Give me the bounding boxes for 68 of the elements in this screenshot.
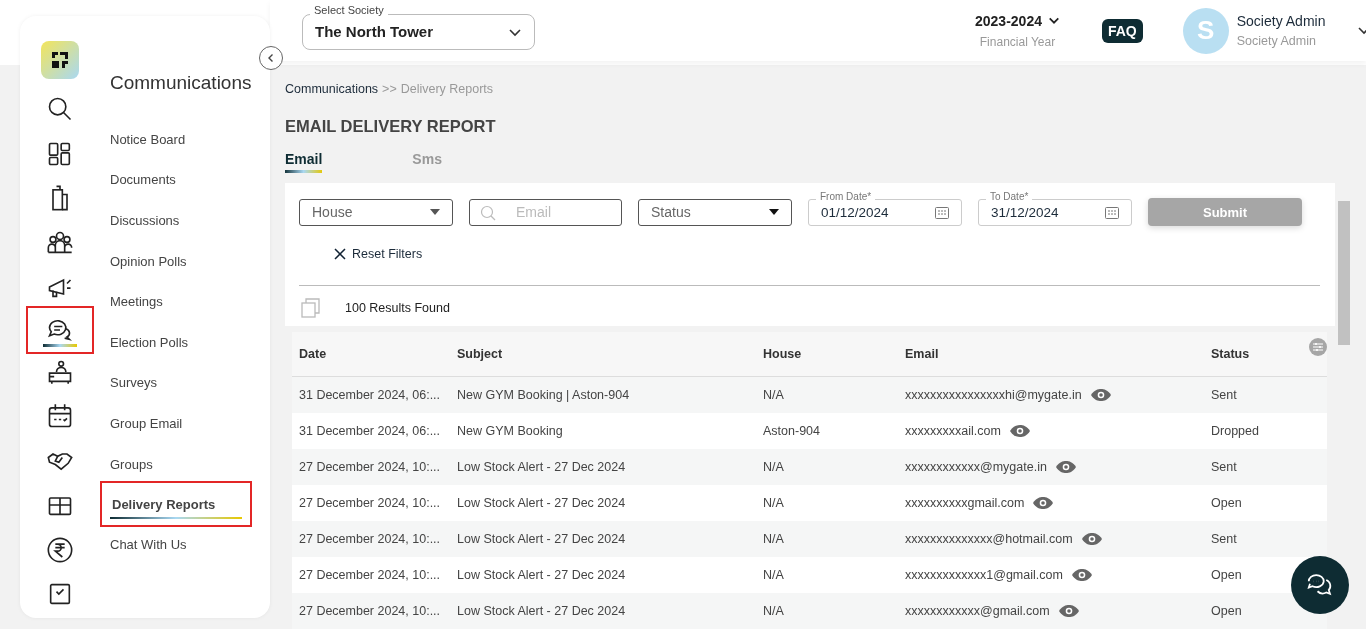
table-cell-text: N/A: [762, 532, 785, 546]
table-cell-text: New GYM Booking | Aston-904: [456, 388, 631, 402]
table-cell-text: N/A: [762, 568, 785, 582]
table-cell-text: 31 December 2024, 06:...: [298, 424, 442, 438]
table-cell-text: N/A: [762, 388, 785, 402]
table-cell-text: Low Stock Alert - 27 Dec 2024: [456, 532, 627, 546]
column-header: Subject: [456, 347, 504, 361]
from-date-label: From Date*: [816, 190, 876, 202]
table-cell-text: 27 December 2024, 10:...: [298, 496, 442, 510]
table-cell-text: Open: [1210, 496, 1243, 510]
column-header: House: [762, 347, 803, 361]
faq-button[interactable]: FAQ: [1101, 18, 1143, 43]
table-cell-text: 27 December 2024, 10:...: [298, 532, 442, 546]
menu-item[interactable]: Discussions: [100, 200, 230, 241]
user-role: Society Admin: [1236, 34, 1317, 48]
page-title: EMAIL DELIVERY REPORT: [285, 117, 497, 136]
table-cell: xxxxxxxxxxxxxxxxhi@mygate.in: [905, 388, 1082, 402]
reset-filters-button[interactable]: Reset Filters: [334, 247, 423, 261]
table-cell-text: Open: [1210, 568, 1243, 582]
table-cell-text: New GYM Booking: [456, 424, 564, 438]
user-name: Society Admin: [1236, 13, 1327, 29]
menu-item[interactable]: Election Polls: [100, 321, 230, 363]
menu-title: Communications: [109, 72, 253, 94]
menu-item[interactable]: Opinion Polls: [100, 240, 230, 282]
table-cell-text: Sent: [1210, 460, 1238, 474]
financial-year-label: Financial Year: [979, 34, 1056, 49]
menu-item[interactable]: Surveys: [100, 362, 230, 404]
to-date-label: To Date*: [986, 190, 1033, 202]
financial-year-select[interactable]: 2023-2024: [975, 12, 1042, 29]
table-cell-text: 27 December 2024, 10:...: [298, 568, 442, 582]
breadcrumb-current: Delivery Reports: [400, 82, 494, 96]
column-header: Email: [904, 347, 940, 361]
table-cell: xxxxxxxxxxxx@gmail.com: [905, 604, 1050, 618]
email-search-field[interactable]: Email: [469, 198, 622, 226]
table-cell-text: Dropped: [1210, 424, 1260, 438]
menu-item[interactable]: Notice Board: [100, 119, 230, 160]
table-cell-text: Low Stock Alert - 27 Dec 2024: [456, 496, 627, 510]
menu-item[interactable]: Documents: [100, 159, 230, 201]
status-select[interactable]: Status: [638, 198, 792, 226]
table-cell-text: Low Stock Alert - 27 Dec 2024: [456, 460, 627, 474]
table-cell-text: Aston-904: [762, 424, 821, 438]
table-cell: xxxxxxxxxxxxxx@hotmail.com: [905, 532, 1073, 546]
breadcrumb-separator: >>: [382, 82, 397, 96]
menu-item[interactable]: Group Email: [100, 403, 230, 444]
table-cell: xxxxxxxxxail.com: [905, 424, 1001, 438]
table-cell-text: N/A: [762, 460, 785, 474]
table-cell-text: 31 December 2024, 06:...: [298, 388, 442, 402]
menu-item[interactable]: Delivery Reports: [100, 481, 252, 528]
tab[interactable]: Email: [285, 151, 323, 173]
table-cell-text: Low Stock Alert - 27 Dec 2024: [456, 568, 627, 582]
table-cell-text: Sent: [1210, 388, 1238, 402]
column-header: Date: [298, 347, 328, 361]
society-select-label: Select Society: [310, 3, 388, 16]
table-cell: xxxxxxxxxxgmail.com: [905, 496, 1025, 510]
table-cell-text: Sent: [1210, 532, 1238, 546]
table-cell: xxxxxxxxxxxx@mygate.in: [905, 460, 1047, 474]
table-cell-text: N/A: [762, 604, 785, 618]
table-cell: xxxxxxxxxxxxx1@gmail.com: [905, 568, 1063, 582]
table-cell-text: N/A: [762, 496, 785, 510]
table-cell-text: 27 December 2024, 10:...: [298, 460, 442, 474]
column-header: Status: [1210, 347, 1251, 361]
table-cell-text: Low Stock Alert - 27 Dec 2024: [456, 604, 627, 618]
house-select[interactable]: House: [299, 198, 453, 226]
breadcrumb-link[interactable]: Communications: [285, 82, 379, 96]
table-cell-text: 27 December 2024, 10:...: [298, 604, 442, 618]
table-cell-text: Open: [1210, 604, 1243, 618]
menu-item[interactable]: Meetings: [100, 281, 230, 322]
results-count: 100 Results Found: [345, 301, 450, 315]
